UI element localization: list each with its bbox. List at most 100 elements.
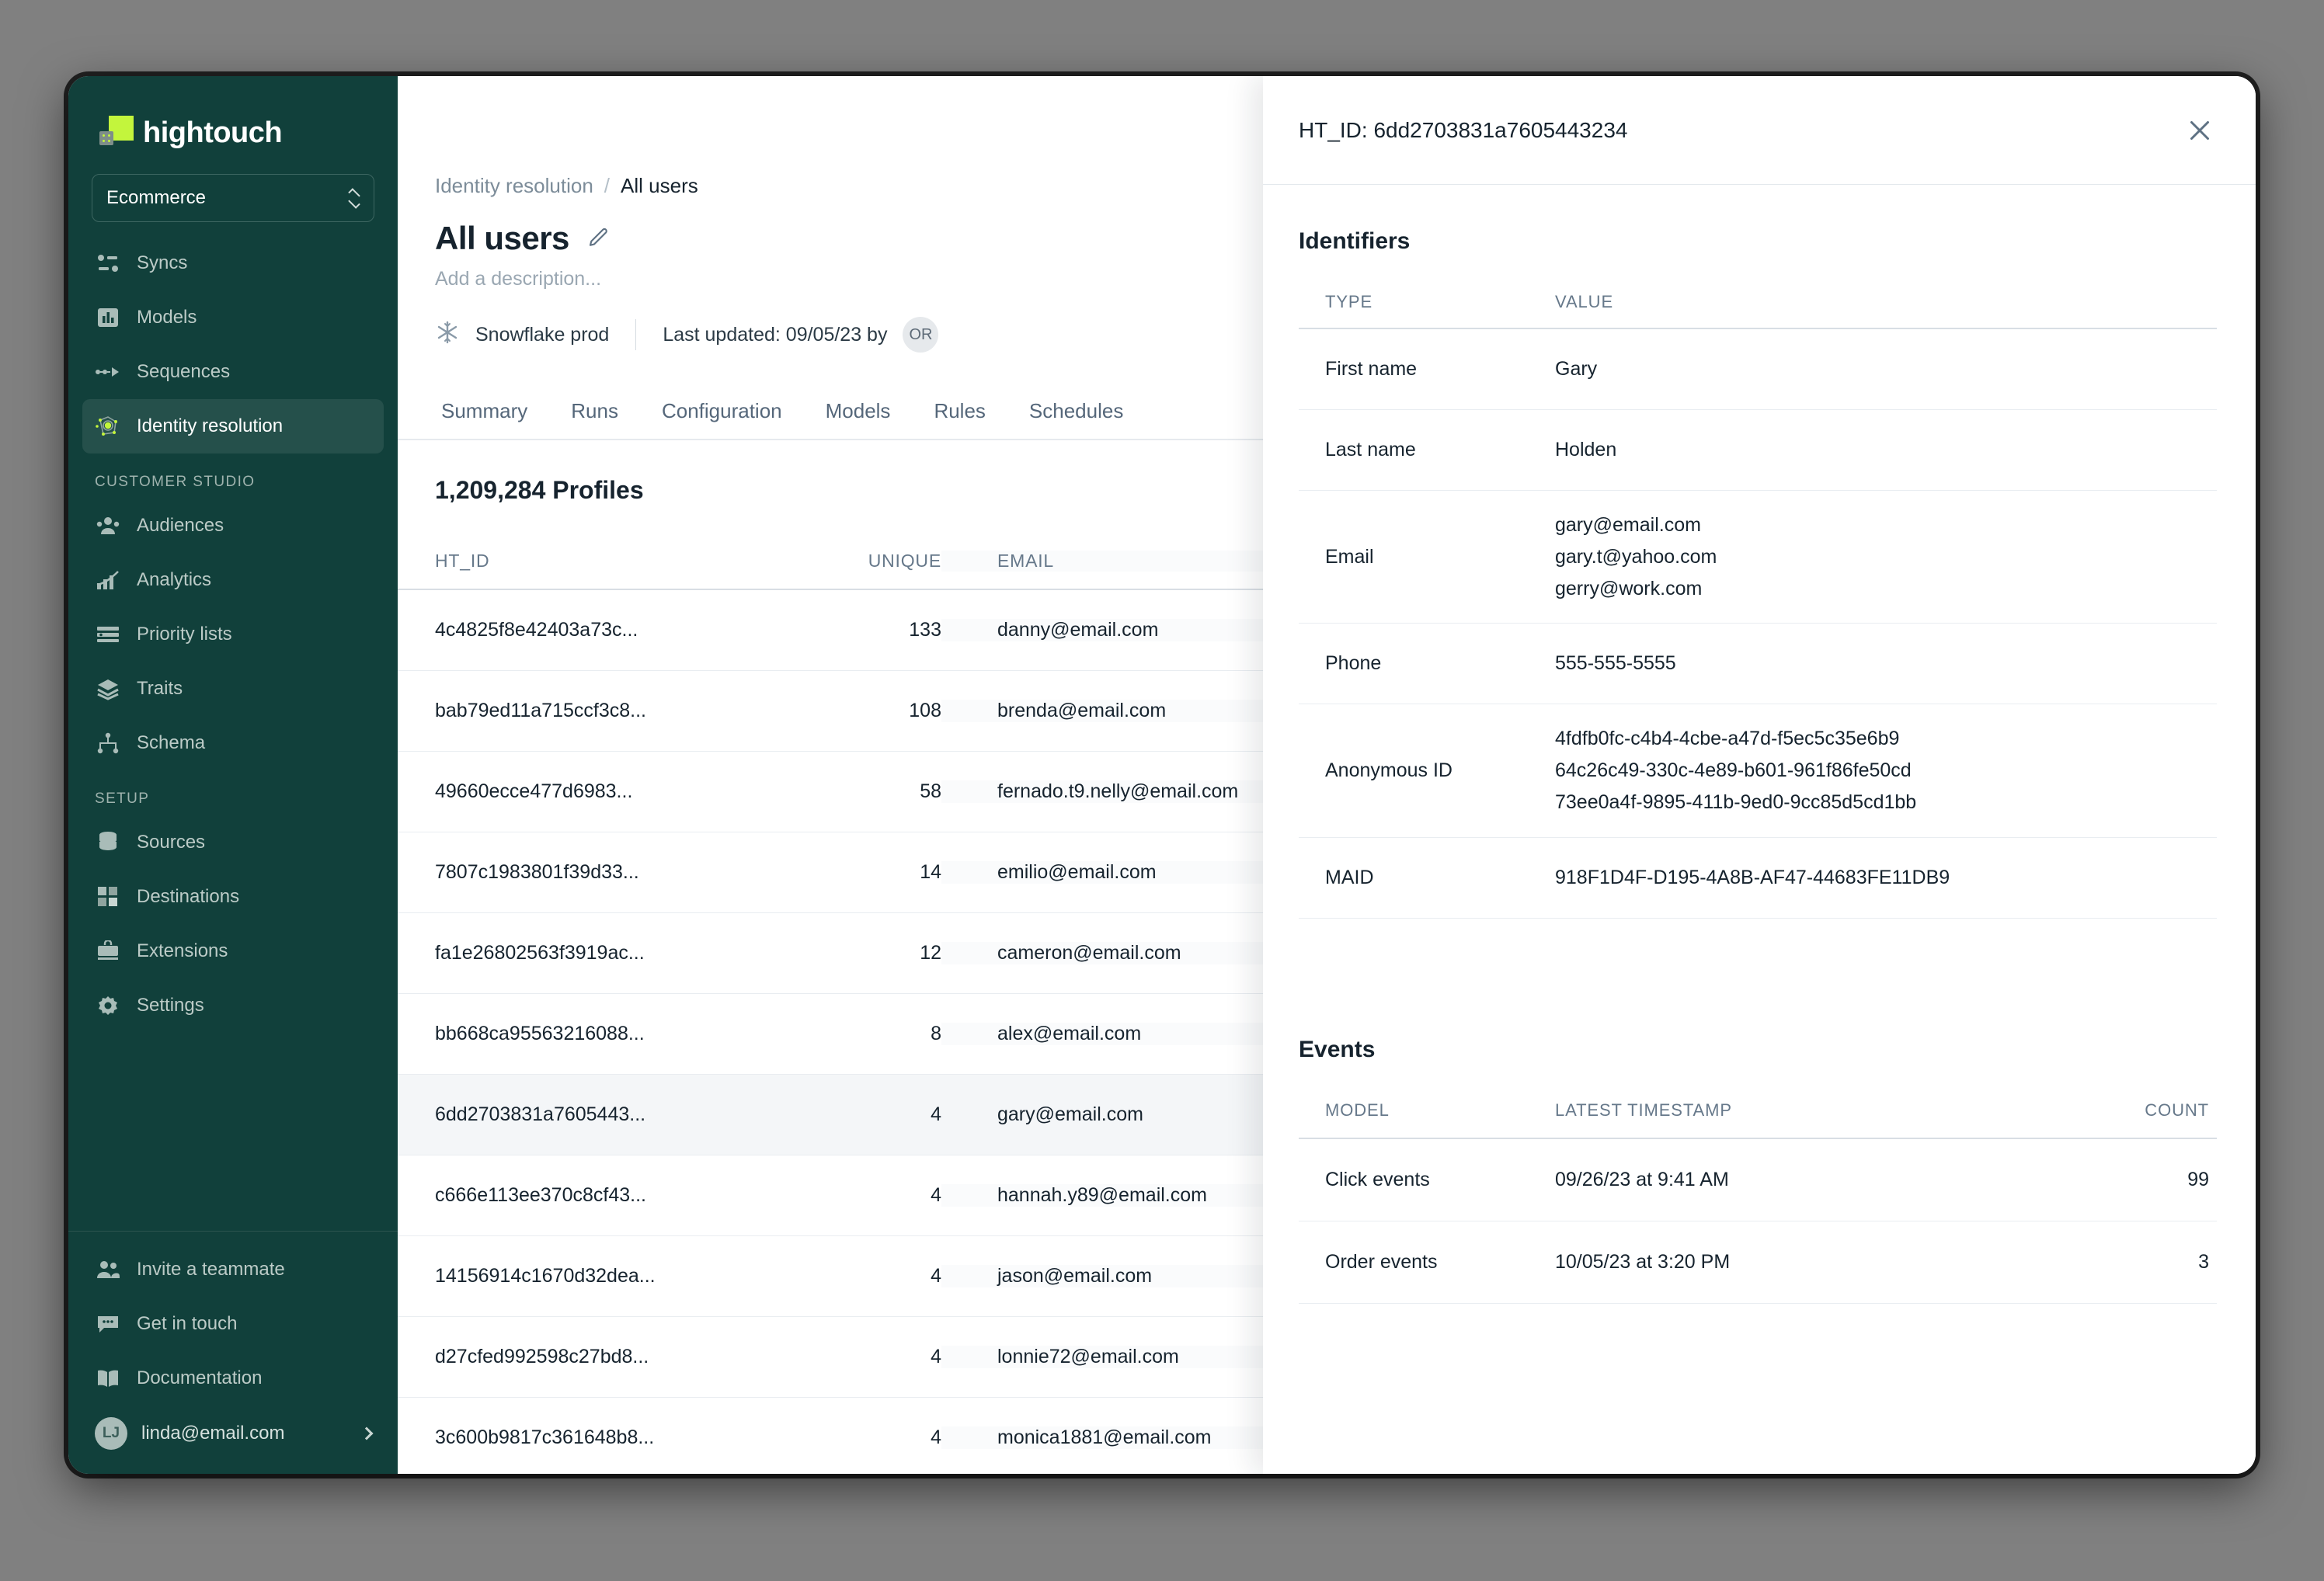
sidebar-item-sequences[interactable]: Sequences [82,345,384,399]
sidebar-nav: Syncs Models Sequences Identity resoluti… [68,222,398,1231]
cell-ht-id: 3c600b9817c361648b8... [435,1426,655,1448]
cell-email: lonnie72@email.com [941,1346,1314,1368]
column-header-unique[interactable]: UNIQUE [840,551,941,572]
sidebar-item-label: Settings [137,995,204,1016]
sidebar-item-documentation[interactable]: Documentation [82,1351,384,1406]
cell-ht-id: c666e113ee370c8cf43... [435,1184,646,1206]
cell-email: danny@email.com [941,619,1314,641]
identifier-row: Anonymous ID 4fdfb0fc-c4b4-4cbe-a47d-f5ec… [1299,704,2217,838]
column-header-email[interactable]: EMAIL [941,550,1314,572]
events-heading: Events [1299,1036,1376,1062]
column-header-type: TYPE [1325,292,1373,311]
app-window: hightouch Ecommerce Syncs Models Sequenc… [68,76,2256,1474]
brand-name: hightouch [143,116,283,149]
cell-email: jason@email.com [941,1265,1314,1287]
cell-unique: 4 [931,1103,941,1125]
last-updated-avatar: OR [903,317,939,353]
cell-ht-id: 14156914c1670d32dea... [435,1265,656,1287]
tab-rules[interactable]: Rules [912,399,1007,439]
source-name[interactable]: Snowflake prod [475,324,609,346]
sidebar-item-audiences[interactable]: Audiences [82,499,384,553]
cell-unique: 14 [920,861,941,883]
sidebar-item-models[interactable]: Models [82,290,384,345]
sidebar-item-label: Get in touch [137,1313,238,1334]
event-count: 3 [2198,1250,2209,1273]
sidebar-item-priority-lists[interactable]: Priority lists [82,607,384,662]
sidebar-item-analytics[interactable]: Analytics [82,553,384,607]
column-header-ht-id[interactable]: HT_ID [398,551,840,572]
chevron-right-icon [360,1426,374,1440]
identifier-value: 555-555-5555 [1555,652,1676,675]
identifier-value: 918F1D4F-D195-4A8B-AF47-44683FE11DB9 [1555,866,1950,888]
event-count: 99 [2187,1168,2209,1190]
sidebar-item-traits[interactable]: Traits [82,662,384,716]
identifier-type: Phone [1325,652,1382,675]
sidebar-item-invite-teammate[interactable]: Invite a teammate [82,1242,384,1297]
tab-schedules[interactable]: Schedules [1007,399,1145,439]
avatar: LJ [95,1417,127,1450]
sidebar-item-label: Identity resolution [137,415,284,436]
tab-models[interactable]: Models [804,399,913,439]
identifier-type: Last name [1325,439,1416,460]
identifier-type: Anonymous ID [1325,759,1452,781]
identifier-value: Holden [1555,439,1617,461]
column-header-count: COUNT [2145,1100,2209,1120]
analytics-icon [95,567,121,593]
cell-unique: 133 [909,619,941,641]
sidebar-bottom: Invite a teammate Get in touch Documenta… [68,1231,398,1474]
cell-unique: 108 [909,700,941,721]
identifier-row: First name Gary [1299,329,2217,410]
sidebar-item-label: Destinations [137,886,240,907]
breadcrumb-current: All users [621,174,698,197]
identifier-type: First name [1325,358,1418,380]
tab-summary[interactable]: Summary [435,399,549,439]
identifier-row: Last name Holden [1299,410,2217,491]
sidebar-item-identity-resolution[interactable]: Identity resolution [82,399,384,453]
sidebar-item-sources[interactable]: Sources [82,815,384,870]
cell-unique: 4 [931,1265,941,1287]
cell-email: hannah.y89@email.com [941,1184,1314,1207]
identifier-value: 4fdfb0fc-c4b4-4cbe-a47d-f5ec5c35e6b9 64c2… [1555,728,1917,813]
breadcrumb-parent[interactable]: Identity resolution [435,174,593,198]
cell-unique: 8 [931,1023,941,1044]
sequences-icon [95,359,121,385]
column-header-value: VALUE [1555,292,1614,311]
event-row: Click events 09/26/23 at 9:41 AM 99 [1299,1139,2217,1221]
settings-icon [95,992,121,1019]
workspace-selector[interactable]: Ecommerce [92,174,374,222]
tab-runs[interactable]: Runs [549,399,640,439]
traits-icon [95,676,121,702]
cell-email: monica1881@email.com [941,1426,1314,1449]
sidebar-item-get-in-touch[interactable]: Get in touch [82,1297,384,1351]
account-email: linda@email.com [141,1423,285,1444]
profile-detail-drawer: HT_ID: 6dd2703831a7605443234 Identifiers… [1263,76,2256,1474]
cell-ht-id: 6dd2703831a7605443... [435,1103,646,1125]
models-icon [95,304,121,331]
syncs-icon [95,250,121,276]
identifier-row: Phone 555-555-5555 [1299,624,2217,705]
sidebar-item-schema[interactable]: Schema [82,716,384,770]
sidebar-section-setup: SETUP [95,790,150,807]
sidebar-item-destinations[interactable]: Destinations [82,870,384,924]
sidebar-item-label: Traits [137,678,183,699]
tab-configuration[interactable]: Configuration [640,399,804,439]
sidebar-item-settings[interactable]: Settings [82,978,384,1033]
sidebar-item-extensions[interactable]: Extensions [82,924,384,978]
sidebar: hightouch Ecommerce Syncs Models Sequenc… [68,76,398,1474]
close-icon[interactable] [2186,116,2214,144]
identifier-value: Gary [1555,358,1598,380]
cell-unique: 4 [931,1346,941,1367]
brand-logo[interactable]: hightouch [68,76,398,157]
audiences-icon [95,513,121,539]
account-menu[interactable]: LJ linda@email.com [82,1406,384,1461]
drawer-title: HT_ID: 6dd2703831a7605443234 [1299,117,1628,142]
sidebar-item-label: Priority lists [137,624,232,645]
sidebar-item-syncs[interactable]: Syncs [82,236,384,290]
hightouch-logo-icon [99,116,134,150]
pencil-icon[interactable] [586,227,610,250]
identity-resolution-icon [95,413,121,440]
cell-unique: 12 [920,942,941,964]
sidebar-item-label: Extensions [137,940,228,961]
identifier-row: Email gary@email.com gary.t@yahoo.com gerry… [1299,491,2217,624]
